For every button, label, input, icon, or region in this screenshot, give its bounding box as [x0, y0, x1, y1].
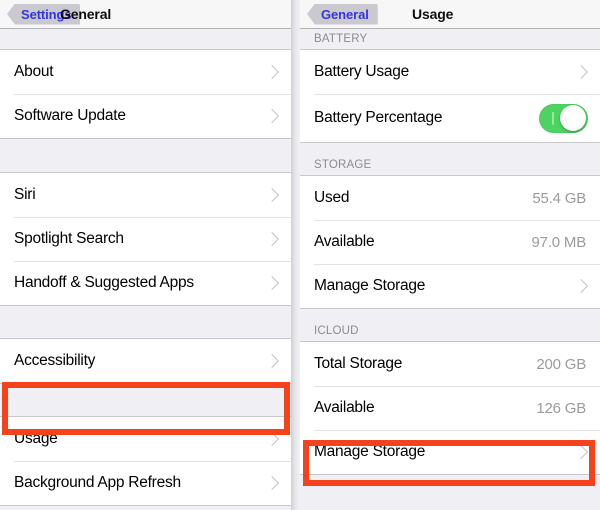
- row-icloud-total-storage[interactable]: Total Storage 200 GB: [300, 342, 600, 386]
- section-header-icloud: ICLOUD: [300, 309, 600, 341]
- row-storage-manage-storage[interactable]: Manage Storage: [300, 264, 600, 308]
- back-button-general[interactable]: General: [307, 3, 378, 25]
- row-label: Usage: [14, 430, 58, 447]
- settings-group-1: About Software Update: [0, 49, 291, 139]
- usage-screen: General Usage BATTERY Battery Usage Batt…: [300, 0, 600, 510]
- chevron-right-icon: [573, 444, 589, 460]
- row-value: 200 GB: [536, 355, 586, 373]
- row-label: Handoff & Suggested Apps: [14, 274, 194, 291]
- row-handoff-suggested-apps[interactable]: Handoff & Suggested Apps: [0, 261, 291, 305]
- back-button-label: Settings: [21, 6, 72, 22]
- row-software-update[interactable]: Software Update: [0, 94, 291, 138]
- chevron-right-icon: [264, 187, 280, 203]
- row-label: Software Update: [14, 107, 126, 124]
- chevron-right-icon: [264, 64, 280, 80]
- row-storage-used[interactable]: Used 55.4 GB: [300, 176, 600, 220]
- navigation-bar-usage: General Usage: [300, 0, 600, 29]
- chevron-right-icon: [264, 431, 280, 447]
- toggle-track-line: [552, 111, 554, 125]
- row-battery-usage[interactable]: Battery Usage: [300, 50, 600, 94]
- row-label: Accessibility: [14, 352, 96, 369]
- row-accessibility[interactable]: Accessibility: [0, 339, 291, 383]
- row-about[interactable]: About: [0, 50, 291, 94]
- row-label: Battery Usage: [314, 63, 409, 80]
- row-label: Available: [314, 399, 375, 416]
- row-label: Siri: [14, 186, 36, 203]
- row-label: Spotlight Search: [14, 230, 124, 247]
- list-gap: [0, 139, 291, 172]
- chevron-right-icon: [264, 231, 280, 247]
- row-usage[interactable]: Usage: [0, 417, 291, 461]
- row-label: Manage Storage: [314, 277, 426, 294]
- row-battery-percentage[interactable]: Battery Percentage: [300, 94, 600, 142]
- section-icloud: Total Storage 200 GB Available 126 GB Ma…: [300, 341, 600, 475]
- chevron-right-icon: [264, 108, 280, 124]
- back-button-settings[interactable]: Settings: [7, 3, 81, 25]
- row-spotlight-search[interactable]: Spotlight Search: [0, 217, 291, 261]
- toggle-knob: [560, 105, 586, 131]
- row-value: 97.0 MB: [531, 233, 587, 251]
- section-header-storage: STORAGE: [300, 143, 600, 175]
- chevron-right-icon: [264, 275, 280, 291]
- row-label: Background App Refresh: [14, 474, 181, 491]
- chevron-right-icon: [264, 353, 280, 369]
- row-value: 55.4 GB: [532, 189, 586, 207]
- section-battery: Battery Usage Battery Percentage: [300, 49, 600, 143]
- battery-percentage-toggle[interactable]: [539, 103, 588, 133]
- row-label: Manage Storage: [314, 443, 426, 460]
- list-gap: [0, 384, 291, 416]
- row-label: Used: [314, 189, 350, 206]
- chevron-right-icon: [264, 475, 280, 491]
- screen-divider: [291, 0, 300, 510]
- general-settings-screen: Settings General About Software Update S…: [0, 0, 291, 510]
- chevron-right-icon: [573, 64, 589, 80]
- row-label: Battery Percentage: [314, 109, 443, 126]
- section-storage: Used 55.4 GB Available 97.0 MB Manage St…: [300, 175, 600, 309]
- page-title-usage: Usage: [412, 6, 454, 22]
- settings-group-2: Siri Spotlight Search Handoff & Suggeste…: [0, 172, 291, 306]
- row-siri[interactable]: Siri: [0, 173, 291, 217]
- row-storage-available[interactable]: Available 97.0 MB: [300, 220, 600, 264]
- row-icloud-manage-storage[interactable]: Manage Storage: [300, 430, 600, 474]
- chevron-right-icon: [573, 278, 589, 294]
- row-label: Total Storage: [314, 355, 403, 372]
- navigation-bar-general: Settings General: [0, 0, 291, 29]
- list-gap: [0, 306, 291, 338]
- row-label: Available: [314, 233, 375, 250]
- settings-group-4: Usage Background App Refresh: [0, 416, 291, 506]
- row-background-app-refresh[interactable]: Background App Refresh: [0, 461, 291, 505]
- list-gap: [0, 29, 291, 49]
- back-button-label: General: [321, 6, 369, 22]
- row-label: About: [14, 63, 54, 80]
- dual-screenshot-container: Settings General About Software Update S…: [0, 0, 600, 510]
- row-value: 126 GB: [536, 399, 586, 417]
- section-header-battery: BATTERY: [300, 29, 600, 49]
- settings-group-3: Accessibility: [0, 338, 291, 384]
- row-icloud-available[interactable]: Available 126 GB: [300, 386, 600, 430]
